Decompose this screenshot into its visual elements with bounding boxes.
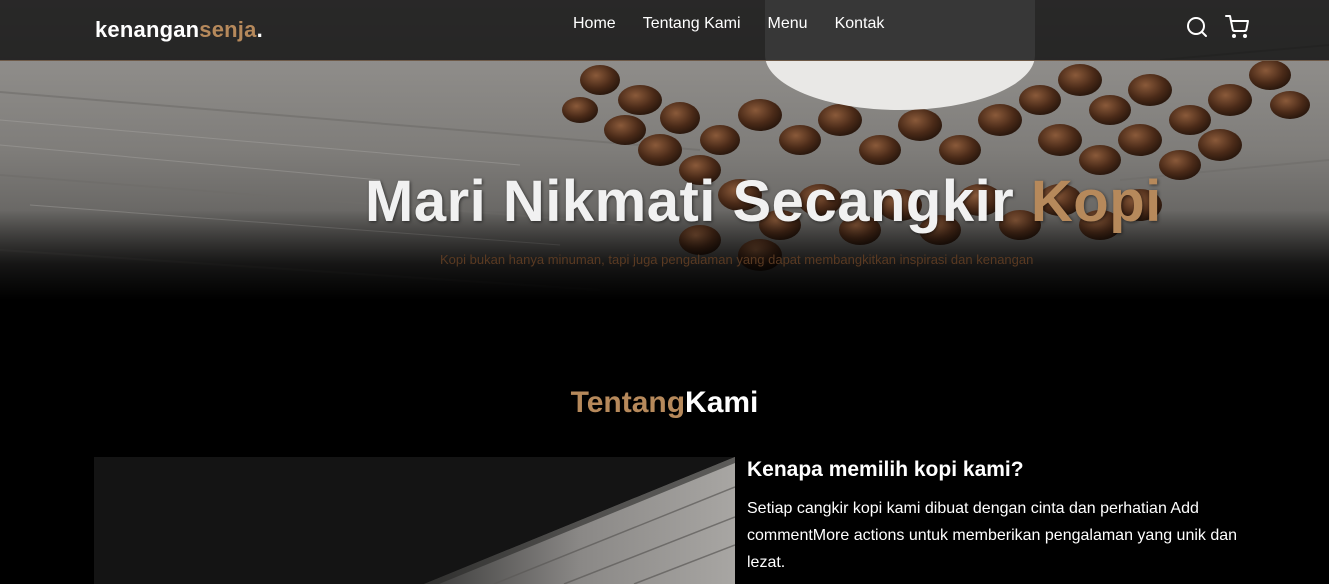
logo-text-part2: senja xyxy=(199,17,257,42)
hero-subtitle: Kopi bukan hanya minuman, tapi juga peng… xyxy=(440,252,1034,267)
navbar: kenangansenja. Home Tentang Kami Menu Ko… xyxy=(0,0,1329,61)
about-heading: Kenapa memilih kopi kami? xyxy=(747,458,1024,481)
hero-title-part1: Mari Nikmati Secangkir xyxy=(365,169,1031,234)
about-content: Kenapa memilih kopi kami? Setiap cangkir… xyxy=(747,457,1247,576)
hero-title-part2: Kopi xyxy=(1030,169,1162,234)
logo-dot: . xyxy=(256,17,263,42)
nav-link-home[interactable]: Home xyxy=(573,15,616,33)
about-paragraph: Setiap cangkir kopi kami dibuat dengan c… xyxy=(747,500,1238,571)
about-title-part2: Kami xyxy=(685,386,759,419)
shopping-cart-icon[interactable] xyxy=(1225,15,1249,39)
about-section-title: TentangKami xyxy=(0,386,1329,420)
nav-link-tentang-kami[interactable]: Tentang Kami xyxy=(643,15,741,33)
search-icon[interactable] xyxy=(1185,15,1209,39)
nav-links: Home Tentang Kami Menu Kontak xyxy=(573,15,911,33)
hero-title: Mari Nikmati Secangkir Kopi xyxy=(365,168,1162,235)
logo-text-part1: kenangan xyxy=(95,17,200,42)
nav-link-menu[interactable]: Menu xyxy=(768,15,808,33)
logo[interactable]: kenangansenja. xyxy=(95,17,263,43)
about-title-part1: Tentang xyxy=(570,386,686,419)
about-image xyxy=(94,457,735,584)
nav-icons xyxy=(1185,15,1249,39)
nav-link-kontak[interactable]: Kontak xyxy=(835,15,885,33)
